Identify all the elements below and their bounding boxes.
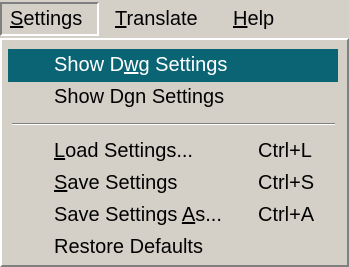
menu-item-save-settings-as[interactable]: Save Settings As... Ctrl+A [8, 199, 338, 232]
settings-dropdown-menu: Show Dwg Settings Show Dgn Settings Load… [0, 38, 349, 267]
menu-item-label: Save Settings As... [54, 204, 222, 226]
menu-settings[interactable]: Settings [0, 2, 99, 36]
menu-bar: Settings Translate Help [0, 0, 349, 38]
menu-item-label: Restore Defaults [54, 236, 203, 258]
menu-item-shortcut: Ctrl+S [258, 172, 315, 194]
menu-item-show-dwg-settings[interactable]: Show Dwg Settings [8, 49, 338, 82]
menu-separator [12, 123, 335, 125]
menu-help-label: Help [233, 8, 275, 30]
menu-item-label: Save Settings [54, 172, 178, 194]
menu-item-label: Show Dwg Settings [54, 54, 228, 76]
menu-item-load-settings[interactable]: Load Settings... Ctrl+L [8, 135, 338, 168]
menu-help[interactable]: Help [225, 2, 285, 36]
menu-translate-label: Translate [115, 8, 198, 30]
menu-item-label: Show Dgn Settings [54, 86, 225, 108]
menu-item-label: Load Settings... [54, 140, 193, 162]
menu-item-show-dgn-settings[interactable]: Show Dgn Settings [8, 81, 338, 114]
menu-item-shortcut: Ctrl+L [258, 140, 312, 162]
menu-settings-label: Settings [10, 8, 83, 30]
menu-item-shortcut: Ctrl+A [258, 204, 315, 226]
menu-item-restore-defaults[interactable]: Restore Defaults [8, 231, 338, 264]
menu-item-save-settings[interactable]: Save Settings Ctrl+S [8, 167, 338, 200]
menu-translate[interactable]: Translate [107, 2, 221, 36]
